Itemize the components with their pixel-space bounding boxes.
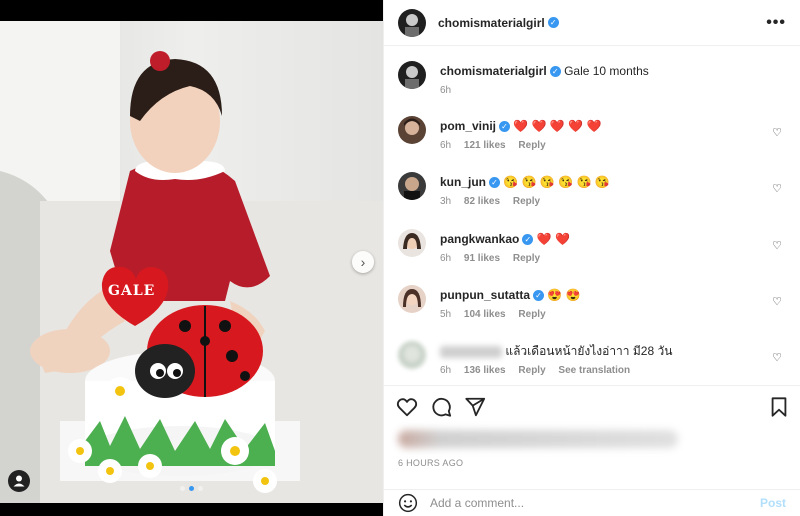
reply-button[interactable]: Reply [518,309,545,320]
cake-topper-text: GALE [108,283,156,299]
commenter-avatar[interactable] [398,172,426,200]
carousel-dot-active [189,486,194,491]
heart-icon[interactable]: ♡ [772,351,782,364]
comment-text: 😘 😘 😘 😘 😘 😘 [503,175,610,189]
author-username[interactable]: chomismaterialgirl [438,16,545,30]
carousel-indicator [0,486,383,491]
comment-input[interactable] [430,496,760,510]
add-comment-bar: Post [384,489,800,516]
comment-text: ❤️ ❤️ [536,232,570,246]
author-avatar[interactable] [398,8,426,37]
comment-likes[interactable]: 121 likes [464,140,506,151]
bookmark-icon[interactable] [768,396,790,418]
verified-badge-icon: ✓ [522,234,534,246]
reply-button[interactable]: Reply [513,253,540,264]
share-icon[interactable] [464,396,486,418]
heart-icon[interactable]: ♡ [772,126,782,139]
reply-button[interactable]: Reply [518,365,545,376]
comment-likes[interactable]: 104 likes [464,309,506,320]
comments-list: chomismaterialgirl ✓ Gale 10 months 6h po… [384,47,800,383]
comment-time[interactable]: 6h [440,365,451,376]
comment-icon[interactable] [430,396,452,418]
post-header: chomismaterialgirl ✓ ••• [384,0,800,46]
verified-badge-icon: ✓ [499,121,511,133]
verified-badge-icon: ✓ [533,290,544,302]
comment-username[interactable]: pangkwankao [440,232,519,246]
reply-button[interactable]: Reply [513,196,540,207]
commenter-avatar[interactable] [398,116,426,144]
comment-likes[interactable]: 136 likes [464,365,506,376]
heart-icon[interactable] [396,396,418,418]
caption-time[interactable]: 6h [440,85,451,96]
comment-text: 😍 😍 [547,288,581,302]
post-sidebar: chomismaterialgirl ✓ ••• chomismaterialg… [383,0,800,516]
heart-icon[interactable]: ♡ [772,182,782,195]
comment-text: แล้วเดือนหน้ายังไงอ่าาา มี28 วัน [505,344,673,358]
post-timestamp[interactable]: 6 HOURS AGO [398,458,463,468]
chevron-right-icon: › [360,254,366,270]
heart-icon[interactable]: ♡ [772,239,782,252]
liked-by-blurred [398,430,678,448]
post-media: GALE › [0,0,383,516]
carousel-dot [198,486,203,491]
reply-button[interactable]: Reply [518,140,545,151]
verified-badge-icon: ✓ [549,66,561,78]
comment-text: ❤️ ❤️ ❤️ ❤️ ❤️ [513,119,602,133]
emoji-icon[interactable] [398,493,418,513]
blurred-username [440,345,502,358]
post-actions [384,385,800,429]
carousel-next-button[interactable]: › [352,251,374,273]
instagram-post-modal: GALE › chomismaterialgirl ✓ ••• chomisma… [0,0,800,516]
comment-time[interactable]: 6h [440,253,451,264]
commenter-avatar[interactable] [398,341,426,369]
more-options-icon[interactable]: ••• [766,14,786,32]
post-comment-button[interactable]: Post [760,496,786,510]
comment-username[interactable]: kun_jun [440,175,486,189]
comment-time[interactable]: 3h [440,196,451,207]
comment-username[interactable]: punpun_sutatta [440,288,530,302]
comment-likes[interactable]: 91 likes [464,253,500,264]
comment-likes[interactable]: 82 likes [464,196,500,207]
caption-text: Gale 10 months [564,64,649,78]
carousel-dot [180,486,185,491]
commenter-avatar[interactable] [398,229,426,257]
verified-badge-icon: ✓ [489,177,501,189]
commenter-avatar[interactable] [398,285,426,313]
caption-username[interactable]: chomismaterialgirl [440,64,547,78]
comment-time[interactable]: 5h [440,309,451,320]
comment-time[interactable]: 6h [440,140,451,151]
author-avatar[interactable] [398,61,426,89]
post-photo[interactable]: GALE [0,21,383,503]
comment-username[interactable]: pom_vinij [440,119,496,133]
heart-icon[interactable]: ♡ [772,295,782,308]
verified-badge-icon: ✓ [547,17,559,28]
see-translation-link[interactable]: See translation [558,365,630,376]
